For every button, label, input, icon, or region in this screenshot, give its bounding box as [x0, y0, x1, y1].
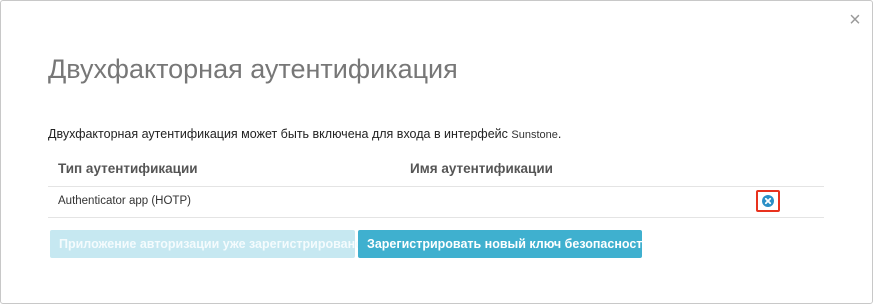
- auth-table: Тип аутентификации Имя аутентификации Au…: [48, 153, 824, 218]
- two-factor-auth-dialog: × Двухфакторная аутентификация Двухфакто…: [0, 0, 873, 304]
- header-auth-name: Имя аутентификации: [410, 161, 553, 176]
- remove-circle-icon[interactable]: [762, 195, 774, 207]
- table-row: Authenticator app (HOTP): [48, 187, 824, 218]
- register-security-key-button[interactable]: Зарегистрировать новый ключ безопасности: [358, 230, 650, 258]
- description-end: .: [557, 127, 562, 141]
- description-brand: Sunstone: [511, 129, 558, 141]
- close-icon[interactable]: ×: [846, 10, 864, 30]
- app-registered-button: Приложение авторизации уже зарегистриров…: [50, 230, 363, 258]
- table-header: Тип аутентификации Имя аутентификации: [48, 153, 824, 187]
- description-text: Двухфакторная аутентификация может быть …: [48, 127, 512, 141]
- dialog-title: Двухфакторная аутентификация: [48, 54, 458, 84]
- remove-auth-button[interactable]: [756, 190, 780, 212]
- header-auth-type: Тип аутентификации: [58, 161, 198, 176]
- cell-auth-type: Authenticator app (HOTP): [58, 195, 191, 207]
- dialog-description: Двухфакторная аутентификация может быть …: [48, 127, 561, 141]
